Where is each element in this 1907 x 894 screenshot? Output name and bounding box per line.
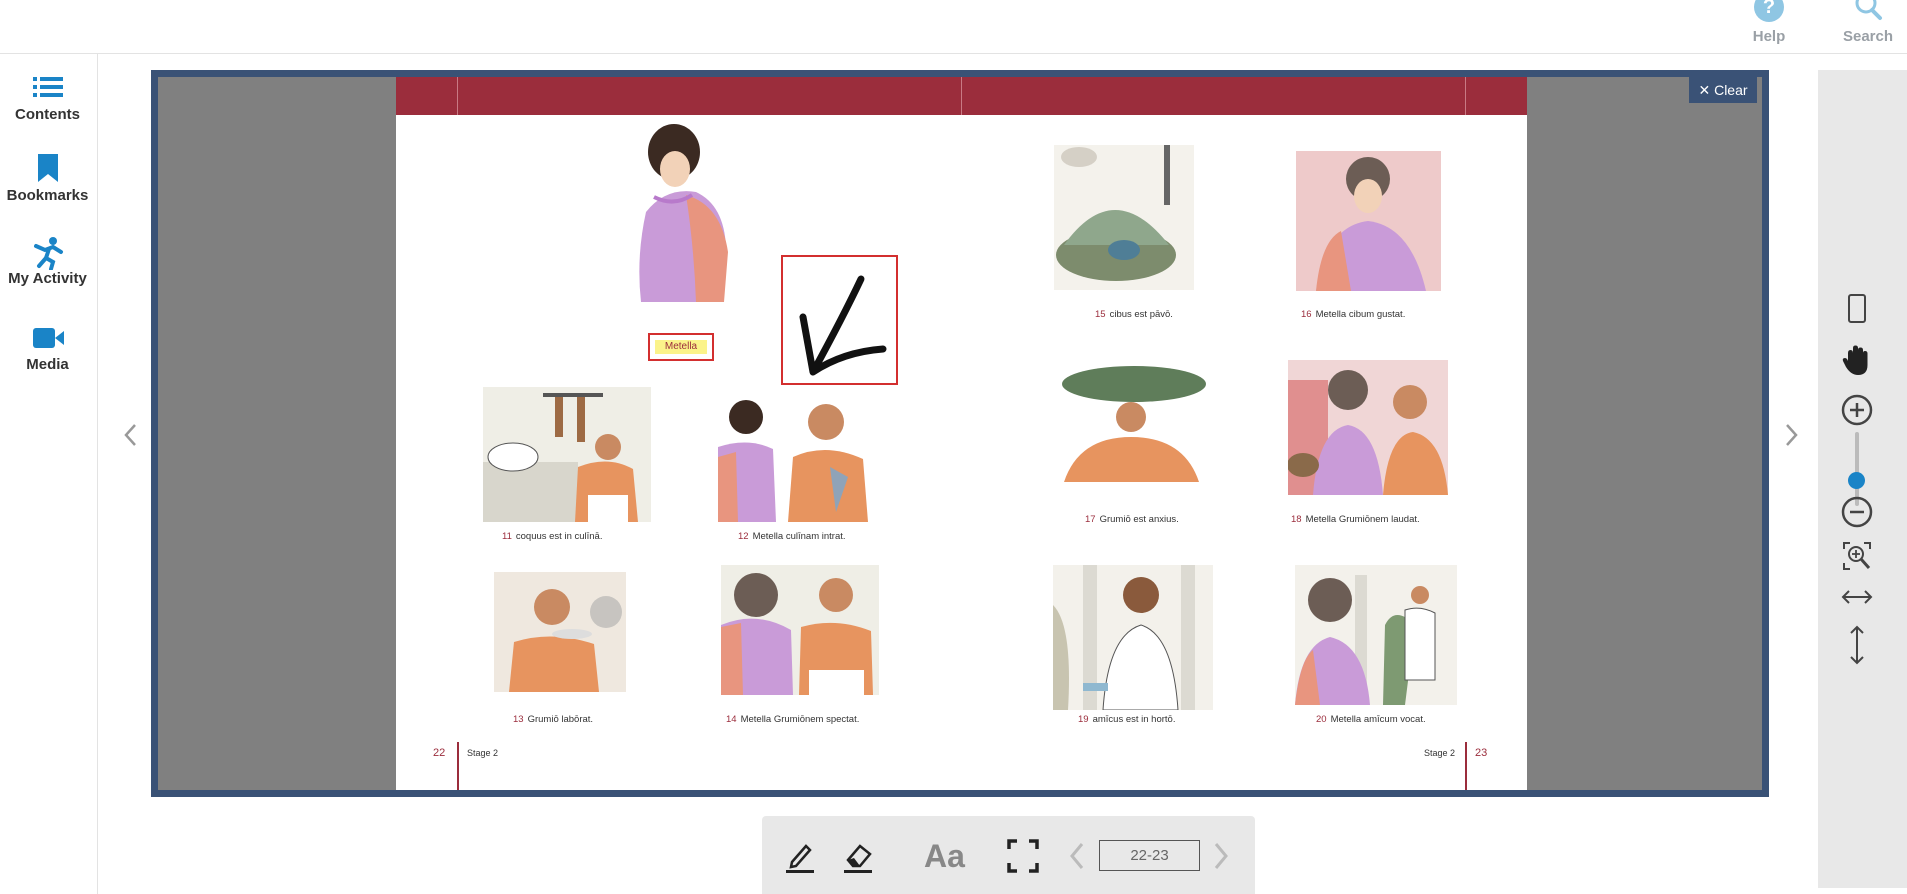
pen-tool-button[interactable]: [782, 836, 818, 876]
eraser-icon: [844, 844, 872, 873]
chevron-left-icon: [124, 424, 136, 446]
eraser-tool-button[interactable]: [840, 836, 876, 876]
list-icon: [0, 72, 95, 106]
illustration-panel-19: [1053, 565, 1213, 710]
activity-icon: [0, 236, 95, 271]
zoom-in-icon: [1841, 394, 1873, 426]
caption-17: 17 Grumiō est anxius.: [1085, 514, 1179, 525]
single-page-view-button[interactable]: [1840, 292, 1874, 326]
search-button[interactable]: Search: [1836, 0, 1900, 45]
caption-15: 15 cibus est pāvō.: [1095, 309, 1173, 320]
prev-page-icon: [1070, 843, 1084, 869]
caption-19: 19 amīcus est in hortō.: [1078, 714, 1176, 725]
page-number-left: 22: [433, 747, 446, 759]
single-page-icon: [1848, 294, 1866, 323]
pen-annotation-box[interactable]: [781, 255, 898, 385]
illustration-panel-17: [1049, 362, 1211, 482]
pen-icon: [786, 844, 814, 873]
help-label: Help: [1752, 28, 1786, 45]
zoom-out-button[interactable]: [1840, 495, 1874, 529]
caption-11: 11 coquus est in culīnā.: [502, 531, 603, 542]
page-header-band: [396, 77, 1527, 115]
fit-height-button[interactable]: [1840, 625, 1874, 665]
viewer-canvas[interactable]: Metella 11 coquus est in culīnā. 12 Mete…: [158, 77, 1762, 790]
fit-width-button[interactable]: [1840, 580, 1874, 614]
next-spread-arrow[interactable]: [1780, 420, 1802, 450]
next-page-icon: [1214, 843, 1228, 869]
caption-20: 20 Metella amīcum vocat.: [1316, 714, 1426, 725]
help-icon: ?: [1737, 0, 1801, 26]
hand-drawn-arrow-annotation: [799, 275, 887, 376]
illustration-panel-18: [1288, 360, 1448, 495]
top-header: ? Help Search: [0, 0, 1907, 54]
close-icon: ✕: [1698, 82, 1711, 98]
metella-label: Metella: [655, 340, 707, 354]
left-sidebar: Contents Bookmarks My Activity Media: [0, 54, 98, 894]
illustration-panel-12: [718, 387, 878, 522]
text-size-button[interactable]: Aa: [924, 836, 974, 876]
next-page-button[interactable]: [1209, 836, 1233, 876]
illustration-metella: [626, 117, 736, 307]
illustration-panel-13: [494, 572, 626, 692]
search-label: Search: [1842, 28, 1894, 45]
book-spread: Metella 11 coquus est in culīnā. 12 Mete…: [396, 77, 1527, 790]
video-camera-icon: [0, 322, 95, 356]
clear-label: Clear: [1714, 82, 1748, 98]
sidebar-item-bookmarks[interactable]: Bookmarks: [0, 153, 95, 204]
caption-16: 16 Metella cibum gustat.: [1301, 309, 1406, 320]
page-number-input[interactable]: [1099, 840, 1200, 871]
fullscreen-icon: [1007, 839, 1039, 873]
illustration-panel-20: [1295, 565, 1457, 705]
book-viewer: Metella 11 coquus est in culīnā. 12 Mete…: [151, 70, 1769, 797]
caption-13: 13 Grumiō labōrat.: [513, 714, 594, 725]
view-tools-panel: [1818, 70, 1907, 888]
caption-14: 14 Metella Grumiōnem spectat.: [726, 714, 860, 725]
sidebar-item-my-activity[interactable]: My Activity: [0, 236, 95, 287]
previous-spread-arrow[interactable]: [120, 420, 142, 450]
caption-18: 18 Metella Grumiōnem laudat.: [1291, 514, 1420, 525]
pan-hand-icon: [1842, 345, 1868, 375]
page-number-right: 23: [1475, 747, 1488, 759]
bottom-toolbar: Aa: [762, 816, 1255, 894]
help-button[interactable]: ? Help: [1737, 0, 1801, 45]
previous-page-button[interactable]: [1065, 836, 1089, 876]
stage-label-right: Stage 2: [1424, 748, 1456, 758]
stage-label-left: Stage 2: [467, 748, 499, 758]
illustration-panel-14: [721, 565, 879, 695]
sidebar-item-media[interactable]: Media: [0, 322, 95, 373]
zoom-slider-thumb[interactable]: [1848, 472, 1865, 489]
sidebar-item-label: Bookmarks: [6, 187, 89, 204]
fullscreen-button[interactable]: [1005, 836, 1041, 876]
bookmark-icon: [0, 153, 95, 187]
sidebar-item-label: Media: [26, 356, 69, 373]
fit-width-icon: [1841, 590, 1873, 604]
fit-height-icon: [1850, 625, 1864, 665]
sidebar-item-label: Contents: [15, 106, 80, 123]
pan-tool-button[interactable]: [1840, 343, 1874, 377]
metella-label-annotation[interactable]: Metella: [648, 333, 714, 361]
caption-12: 12 Metella culīnam intrat.: [738, 531, 846, 542]
zoom-region-button[interactable]: [1840, 539, 1874, 573]
sidebar-item-label: My Activity: [8, 270, 87, 287]
zoom-in-button[interactable]: [1840, 393, 1874, 427]
illustration-panel-11: [483, 387, 651, 522]
sidebar-item-contents[interactable]: Contents: [0, 72, 95, 123]
zoom-region-icon: [1843, 542, 1871, 570]
illustration-panel-15: [1054, 145, 1194, 290]
zoom-out-icon: [1841, 496, 1873, 528]
illustration-panel-16: [1296, 151, 1441, 291]
chevron-right-icon: [1786, 424, 1798, 446]
search-icon: [1836, 0, 1900, 26]
clear-annotations-button[interactable]: ✕ Clear: [1689, 77, 1757, 103]
